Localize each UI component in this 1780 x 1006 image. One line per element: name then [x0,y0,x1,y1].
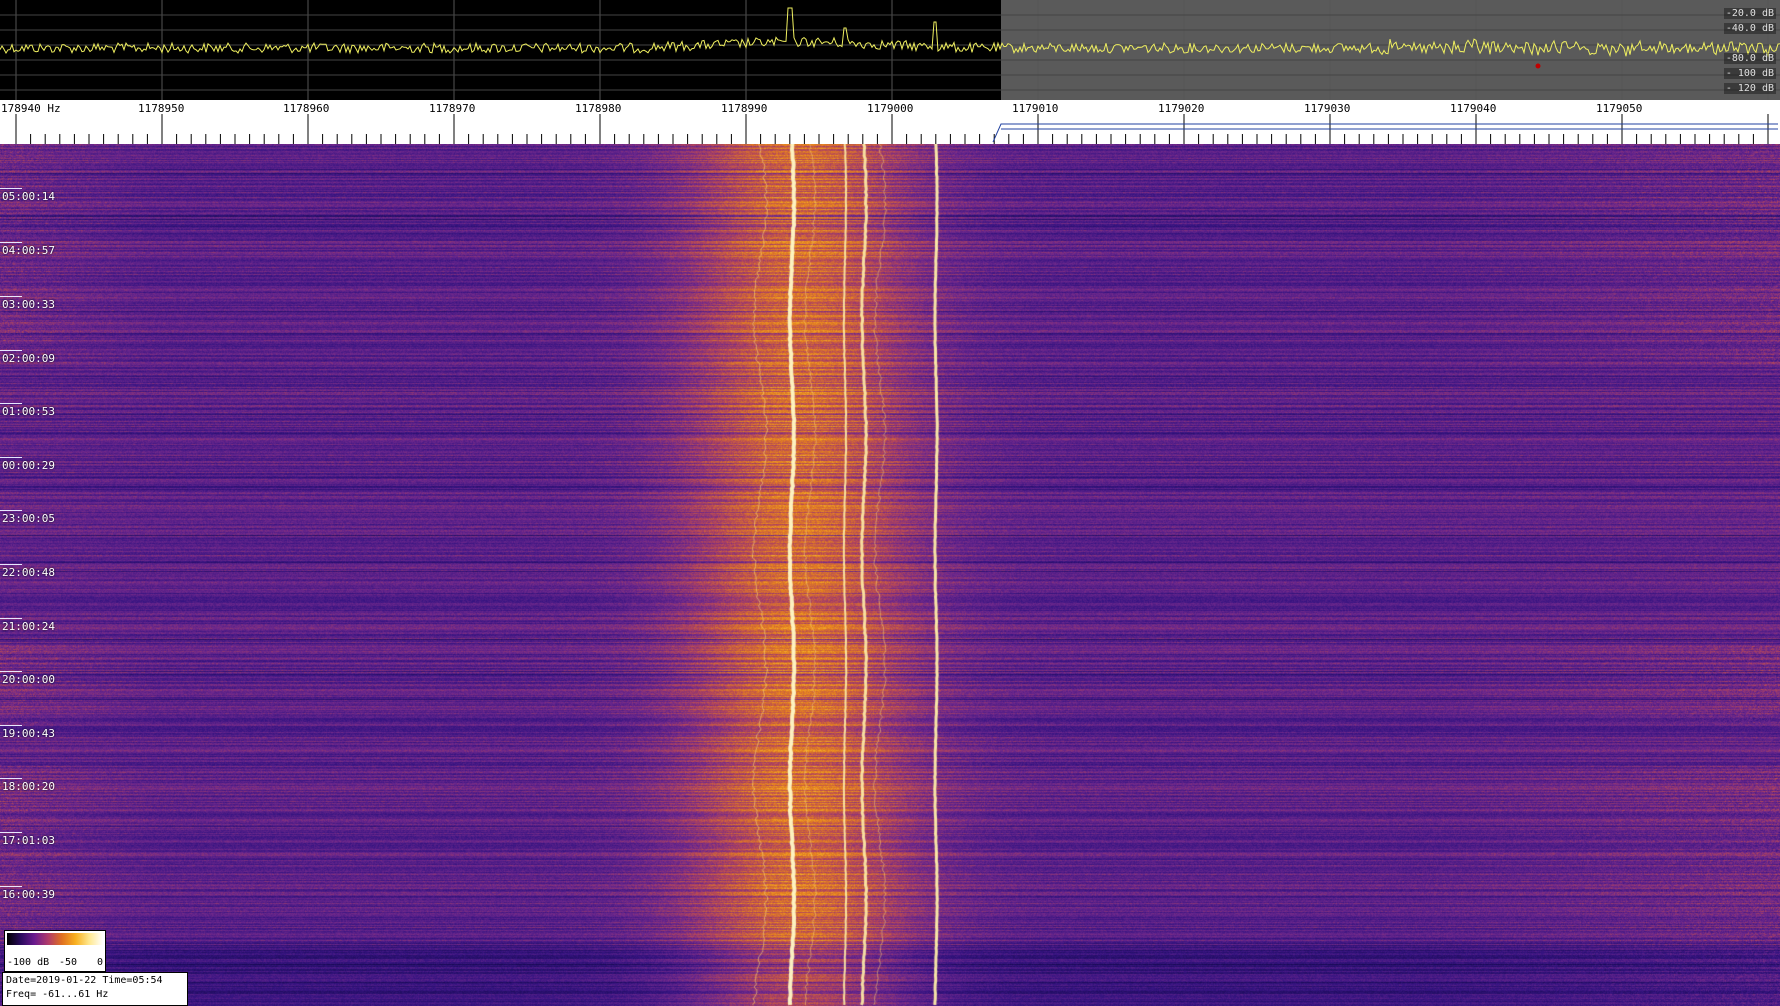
frequency-range-info: Freq= -61...61 Hz [6,989,109,1000]
freq-label-1: 1178950 [138,102,185,115]
time-label-0: 05:00:14 [2,190,55,203]
peak-marker [1535,63,1541,69]
freq-label-6: 1179000 [867,102,914,115]
freq-label-2: 1178960 [283,102,330,115]
db-label-2: -40.0 dB [1723,23,1776,34]
freq-label-4: 1178980 [575,102,622,115]
freq-label-8: 1179020 [1158,102,1205,115]
frequency-axis[interactable]: 178940 Hz 1178950 1178960 1178970 117898… [0,100,1780,144]
time-label-2: 03:00:33 [2,298,55,311]
freq-label-11: 1179050 [1596,102,1643,115]
time-label-9: 20:00:00 [2,673,55,686]
freq-label-0: 178940 Hz [1,102,61,115]
time-tick [0,778,22,779]
time-tick [0,242,22,243]
time-tick [0,350,22,351]
time-label-13: 16:00:39 [2,888,55,901]
waterfall-canvas[interactable] [0,144,1780,1006]
freq-label-10: 1179040 [1450,102,1497,115]
color-scale-min-label: -100 dB [7,957,50,968]
time-tick [0,618,22,619]
time-label-7: 22:00:48 [2,566,55,579]
time-tick [0,725,22,726]
time-tick [0,188,22,189]
time-label-11: 18:00:20 [2,780,55,793]
time-tick [0,886,22,887]
time-tick [0,296,22,297]
time-label-4: 01:00:53 [2,405,55,418]
db-label-4: - 100 dB [1723,68,1776,79]
time-tick [0,671,22,672]
freq-label-3: 1178970 [429,102,476,115]
db-label-3: -80.0 dB [1723,53,1776,64]
waterfall-display[interactable]: 05:00:14 04:00:57 03:00:33 02:00:09 01:0… [0,144,1780,1006]
time-label-12: 17:01:03 [2,834,55,847]
time-label-1: 04:00:57 [2,244,55,257]
time-tick [0,403,22,404]
freq-label-5: 1178990 [721,102,768,115]
color-scale-legend: -100 dB -50 0 [4,930,106,972]
time-tick [0,564,22,565]
time-label-5: 00:00:29 [2,459,55,472]
db-label-5: - 120 dB [1723,83,1776,94]
freq-label-9: 1179030 [1304,102,1351,115]
time-label-10: 19:00:43 [2,727,55,740]
spectrum-panel[interactable]: -20.0 dB -40.0 dB -80.0 dB - 100 dB - 12… [0,0,1780,100]
spectrum-plot [0,0,1780,100]
time-tick [0,832,22,833]
freq-label-7: 1179010 [1012,102,1059,115]
time-tick [0,457,22,458]
db-label-1: -20.0 dB [1723,8,1776,19]
time-tick [0,510,22,511]
time-label-8: 21:00:24 [2,620,55,633]
date-time-info: Date=2019-01-22 Time=05:54 [6,975,163,986]
time-label-6: 23:00:05 [2,512,55,525]
info-box: Date=2019-01-22 Time=05:54 Freq= -61...6… [2,972,188,1006]
color-scale-mid-label: -50 [59,957,78,968]
color-scale-gradient [7,933,103,945]
color-scale-max-label: 0 [97,957,104,968]
time-label-3: 02:00:09 [2,352,55,365]
